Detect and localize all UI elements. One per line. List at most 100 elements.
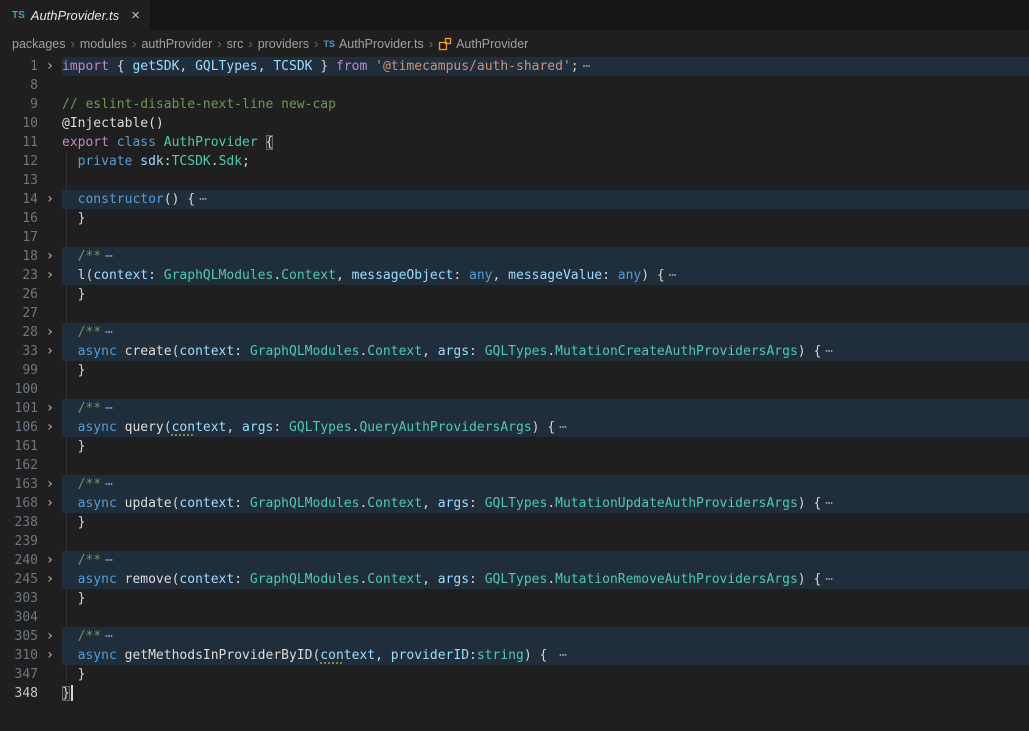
fold-chevron-icon[interactable]: › (38, 57, 62, 76)
code-line[interactable]: 310› async getMethodsInProviderByID(cont… (0, 646, 1029, 665)
code-line[interactable]: 18› /**⋯ (0, 247, 1029, 266)
indent-guide (66, 285, 67, 304)
breadcrumb-item-modules[interactable]: modules (80, 37, 127, 51)
code-line[interactable]: 168› async update(context: GraphQLModule… (0, 494, 1029, 513)
code-line[interactable]: 9 // eslint-disable-next-line new-cap (0, 95, 1029, 114)
code-line[interactable]: 16 } (0, 209, 1029, 228)
code-line[interactable]: 347 } (0, 665, 1029, 684)
breadcrumb-item-packages[interactable]: packages (12, 37, 66, 51)
line-number: 162 (0, 456, 38, 475)
breadcrumb-item-label: src (227, 37, 244, 51)
code-line[interactable]: 8 (0, 76, 1029, 95)
code-line[interactable]: 305› /**⋯ (0, 627, 1029, 646)
line-number: 23 (0, 266, 38, 285)
code-text: } (62, 361, 1029, 380)
gutter-spacer (38, 228, 62, 247)
code-line[interactable]: 240› /**⋯ (0, 551, 1029, 570)
code-line[interactable]: 162 (0, 456, 1029, 475)
code-line[interactable]: 13 (0, 171, 1029, 190)
line-number: 310 (0, 646, 38, 665)
fold-chevron-icon[interactable]: › (38, 190, 62, 209)
code-line[interactable]: 304 (0, 608, 1029, 627)
vscode-editor-window: TS AuthProvider.ts × packages › modules › au… (0, 0, 1029, 731)
fold-chevron-icon[interactable]: › (38, 247, 62, 266)
breadcrumb-item-authprovider[interactable]: authProvider (141, 37, 212, 51)
code-line[interactable]: 238 } (0, 513, 1029, 532)
code-line[interactable]: 245› async remove(context: GraphQLModule… (0, 570, 1029, 589)
code-line[interactable]: 161 } (0, 437, 1029, 456)
breadcrumb-item-authprovider-ts[interactable]: TSAuthProvider.ts (323, 37, 423, 51)
tab-bar: TS AuthProvider.ts × (0, 0, 1029, 30)
tab-authprovider[interactable]: TS AuthProvider.ts × (0, 0, 150, 30)
indent-guide (66, 380, 67, 399)
code-line[interactable]: 100 (0, 380, 1029, 399)
indent-guide (66, 361, 67, 380)
line-number: 106 (0, 418, 38, 437)
code-text: l(context: GraphQLModules.Context, messa… (62, 266, 1029, 285)
fold-chevron-icon[interactable]: › (38, 418, 62, 437)
code-line[interactable]: 27 (0, 304, 1029, 323)
code-line[interactable]: 12 private sdk:TCSDK.Sdk; (0, 152, 1029, 171)
code-line[interactable]: 348} (0, 684, 1029, 703)
code-text: } (62, 285, 1029, 304)
fold-chevron-icon[interactable]: › (38, 475, 62, 494)
chevron-right-icon: › (314, 36, 318, 51)
gutter-spacer (38, 76, 62, 95)
code-line[interactable]: 303 } (0, 589, 1029, 608)
class-symbol-icon (438, 37, 452, 51)
code-text: async getMethodsInProviderByID(context, … (62, 646, 1029, 665)
line-number: 163 (0, 475, 38, 494)
close-icon[interactable]: × (131, 8, 140, 23)
code-line[interactable]: 239 (0, 532, 1029, 551)
gutter-spacer (38, 456, 62, 475)
fold-chevron-icon[interactable]: › (38, 342, 62, 361)
indent-guide (66, 513, 67, 532)
code-line[interactable]: 10@Injectable() (0, 114, 1029, 133)
code-text: async update(context: GraphQLModules.Con… (62, 494, 1029, 513)
gutter-spacer (38, 209, 62, 228)
fold-chevron-icon[interactable]: › (38, 627, 62, 646)
code-line[interactable]: 26 } (0, 285, 1029, 304)
gutter-spacer (38, 684, 62, 703)
gutter-spacer (38, 665, 62, 684)
line-number: 1 (0, 57, 38, 76)
code-line[interactable]: 106› async query(context, args: GQLTypes… (0, 418, 1029, 437)
tab-title: AuthProvider.ts (31, 8, 119, 23)
fold-chevron-icon[interactable]: › (38, 494, 62, 513)
line-number: 9 (0, 95, 38, 114)
breadcrumb-item-providers[interactable]: providers (258, 37, 309, 51)
breadcrumb-item-src[interactable]: src (227, 37, 244, 51)
fold-chevron-icon[interactable]: › (38, 323, 62, 342)
breadcrumb-item-label: AuthProvider (456, 37, 528, 51)
code-line[interactable]: 33› async create(context: GraphQLModules… (0, 342, 1029, 361)
breadcrumb-item-label: modules (80, 37, 127, 51)
fold-chevron-icon[interactable]: › (38, 266, 62, 285)
code-line[interactable]: 101› /**⋯ (0, 399, 1029, 418)
typescript-file-icon: TS (12, 10, 25, 21)
code-line[interactable]: 1›import { getSDK, GQLTypes, TCSDK } fro… (0, 57, 1029, 76)
code-text: // eslint-disable-next-line new-cap (62, 95, 1029, 114)
code-line[interactable]: 23› l(context: GraphQLModules.Context, m… (0, 266, 1029, 285)
code-line[interactable]: 163› /**⋯ (0, 475, 1029, 494)
code-line[interactable]: 17 (0, 228, 1029, 247)
code-line[interactable]: 14› constructor() {⋯ (0, 190, 1029, 209)
gutter-spacer (38, 171, 62, 190)
breadcrumb-item-authprovider[interactable]: AuthProvider (438, 37, 528, 51)
chevron-right-icon: › (217, 36, 221, 51)
gutter-spacer (38, 532, 62, 551)
fold-chevron-icon[interactable]: › (38, 551, 62, 570)
code-text: /**⋯ (62, 551, 1029, 570)
code-line[interactable]: 28› /**⋯ (0, 323, 1029, 342)
code-text: /**⋯ (62, 475, 1029, 494)
gutter-spacer (38, 95, 62, 114)
code-line[interactable]: 99 } (0, 361, 1029, 380)
gutter-spacer (38, 380, 62, 399)
line-number: 8 (0, 76, 38, 95)
code-line[interactable]: 11export class AuthProvider { (0, 133, 1029, 152)
gutter-spacer (38, 152, 62, 171)
fold-chevron-icon[interactable]: › (38, 399, 62, 418)
fold-chevron-icon[interactable]: › (38, 570, 62, 589)
gutter-spacer (38, 304, 62, 323)
fold-chevron-icon[interactable]: › (38, 646, 62, 665)
code-text: } (62, 665, 1029, 684)
